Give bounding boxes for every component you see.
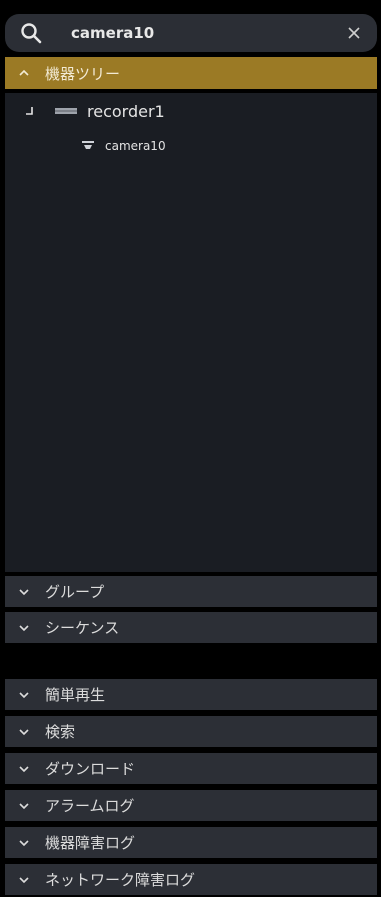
tree-collapse-icon[interactable] xyxy=(23,105,35,117)
chevron-down-icon xyxy=(19,839,29,846)
chevron-down-icon xyxy=(19,728,29,735)
recorder-icon xyxy=(55,108,77,114)
section-download[interactable]: ダウンロード xyxy=(5,753,377,784)
search-input[interactable]: camera10 xyxy=(71,14,154,52)
search-icon xyxy=(21,23,42,44)
search-bar[interactable]: camera10 xyxy=(5,14,377,52)
device-tree: recorder1 camera10 xyxy=(5,93,377,572)
tree-item-recorder-label: recorder1 xyxy=(87,101,165,121)
camera-sidebar-panel: camera10 機器ツリー recorder1 camera10 グループ シ… xyxy=(0,0,381,897)
chevron-down-icon xyxy=(19,588,29,595)
section-search[interactable]: 検索 xyxy=(5,716,377,747)
section-alarm-log[interactable]: アラームログ xyxy=(5,790,377,821)
section-simple-playback-label: 簡単再生 xyxy=(45,686,106,704)
section-device-tree[interactable]: 機器ツリー xyxy=(5,57,377,89)
chevron-down-icon xyxy=(19,802,29,809)
chevron-up-icon xyxy=(19,69,29,76)
section-network-fault-log[interactable]: ネットワーク障害ログ xyxy=(5,864,377,895)
section-sequence[interactable]: シーケンス xyxy=(5,612,377,643)
chevron-down-icon xyxy=(19,624,29,631)
chevron-down-icon xyxy=(19,691,29,698)
section-alarm-log-label: アラームログ xyxy=(45,797,135,815)
chevron-down-icon xyxy=(19,876,29,883)
section-group[interactable]: グループ xyxy=(5,576,377,607)
close-icon[interactable] xyxy=(347,26,361,40)
section-sequence-label: シーケンス xyxy=(45,619,120,637)
section-device-fault-log-label: 機器障害ログ xyxy=(45,834,136,852)
separator xyxy=(5,645,377,675)
section-group-label: グループ xyxy=(45,583,105,601)
tree-item-camera[interactable]: camera10 xyxy=(5,135,166,157)
section-simple-playback[interactable]: 簡単再生 xyxy=(5,679,377,710)
tree-item-camera-label: camera10 xyxy=(105,139,166,153)
section-download-label: ダウンロード xyxy=(45,760,136,778)
section-device-tree-label: 機器ツリー xyxy=(45,64,121,83)
section-search-label: 検索 xyxy=(45,723,76,741)
camera-icon xyxy=(82,141,94,149)
section-network-fault-log-label: ネットワーク障害ログ xyxy=(45,871,196,889)
section-device-fault-log[interactable]: 機器障害ログ xyxy=(5,827,377,858)
chevron-down-icon xyxy=(19,765,29,772)
tree-item-recorder[interactable]: recorder1 xyxy=(5,97,165,125)
